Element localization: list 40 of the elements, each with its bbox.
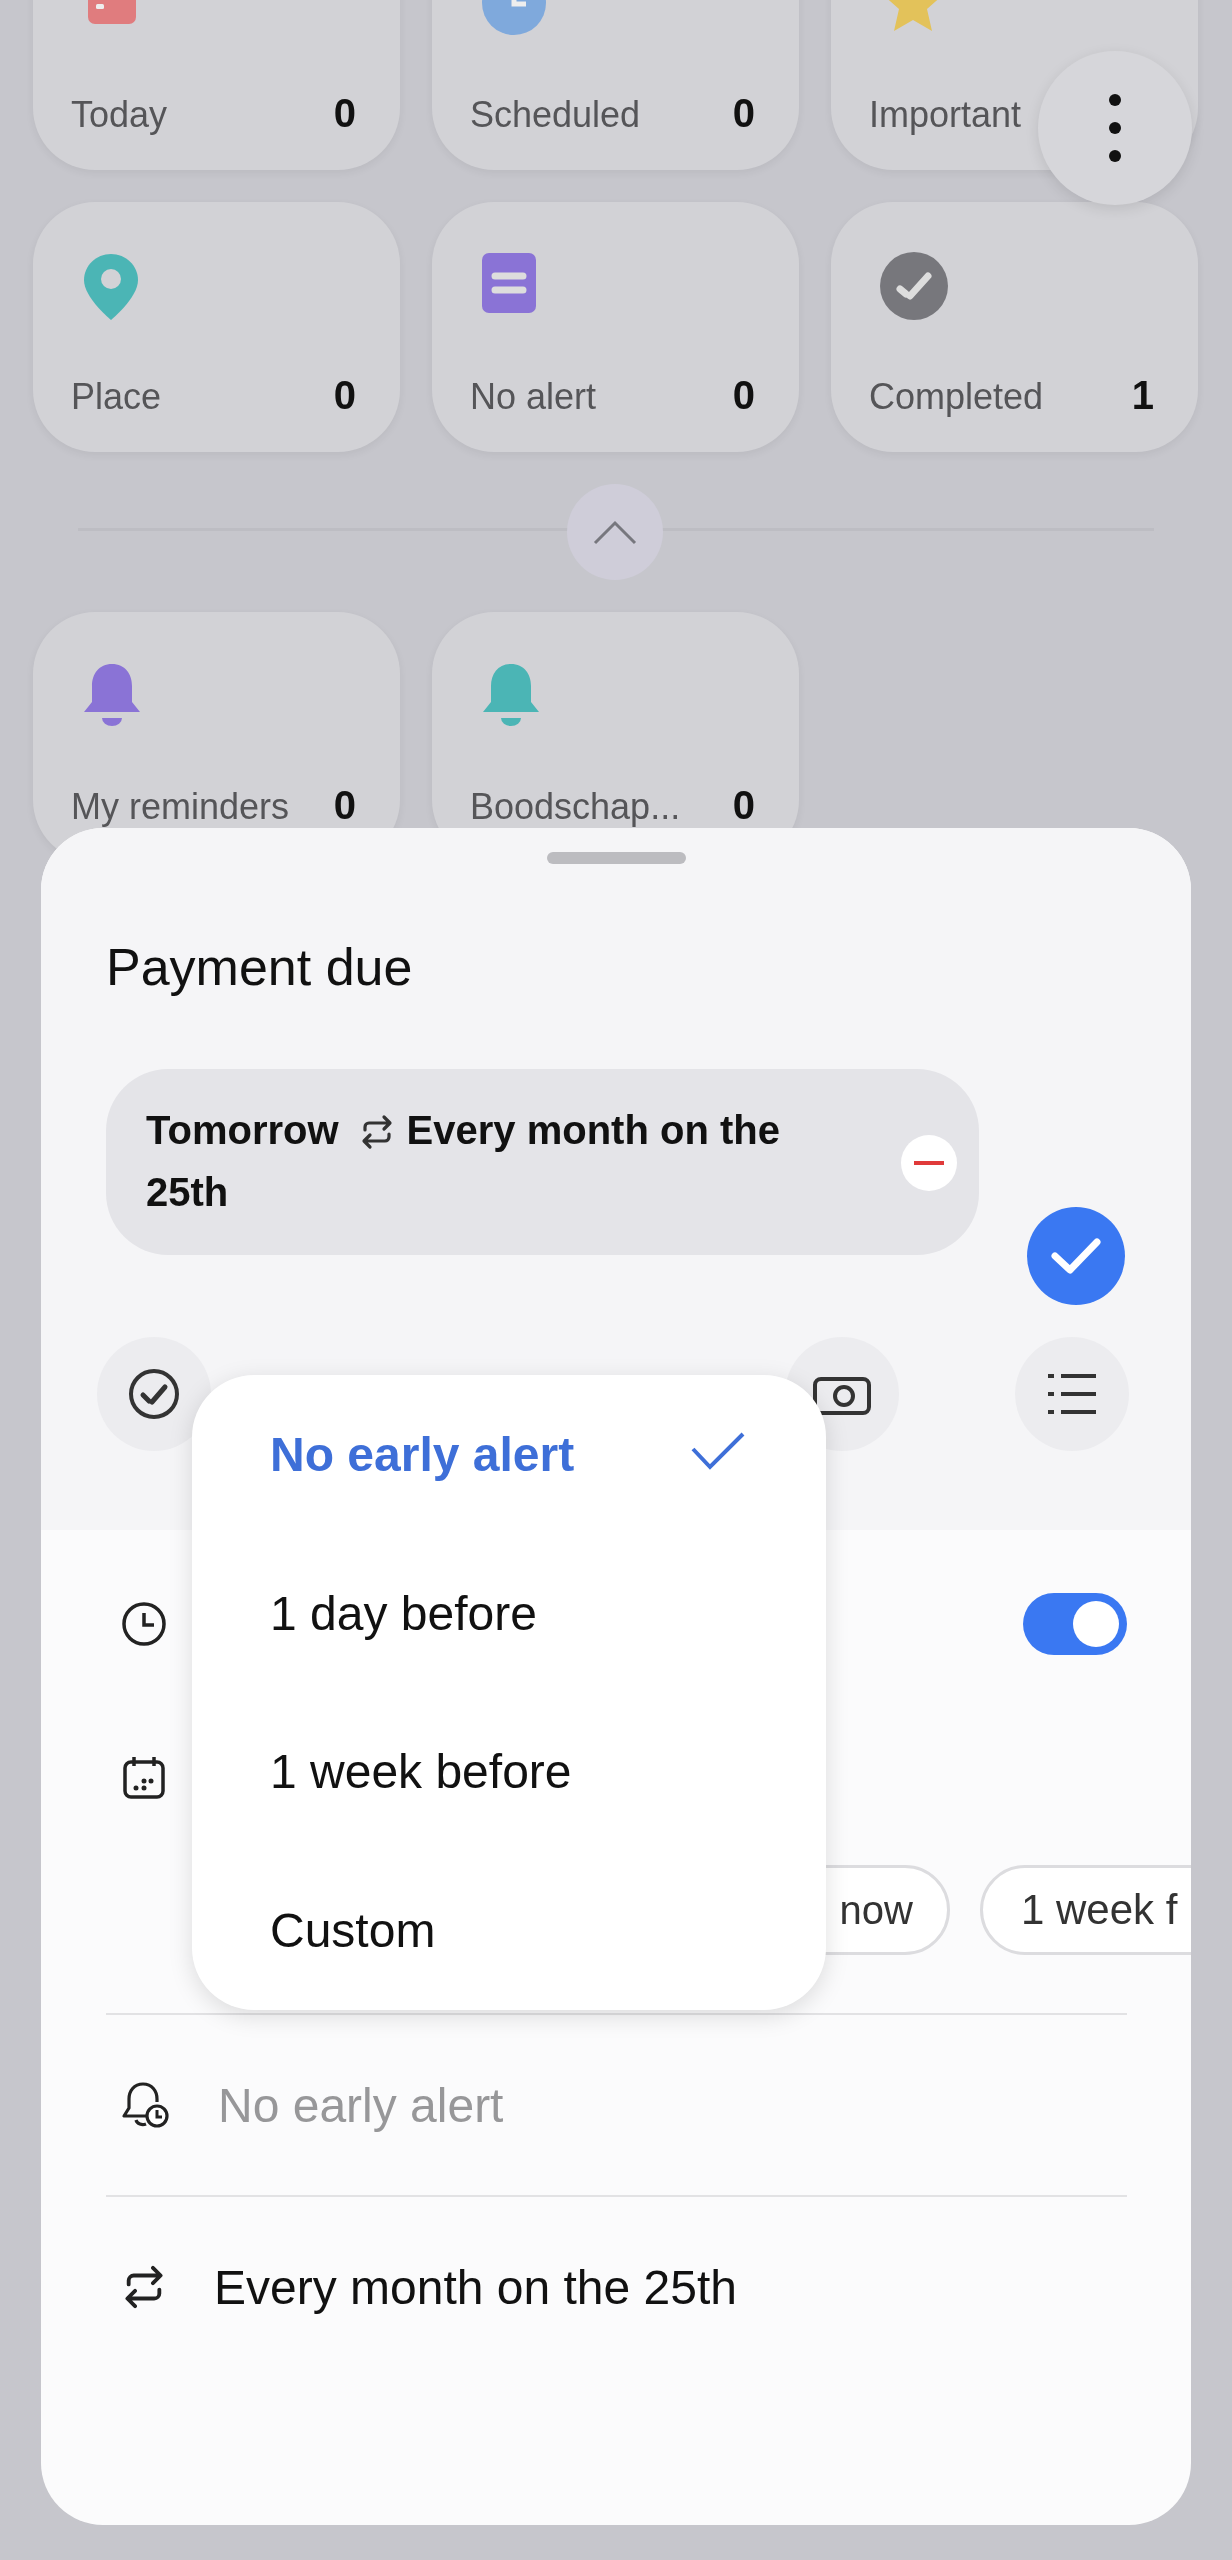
menu-item[interactable]: No early alert (192, 1375, 826, 1534)
category-label: No alert (470, 376, 597, 418)
drag-handle[interactable] (546, 852, 686, 864)
check-icon (1050, 1236, 1102, 1276)
category-label: Important (869, 94, 1022, 136)
count: 0 (732, 783, 755, 828)
clock-icon (121, 1601, 167, 1647)
menu-item[interactable]: Custom (192, 1851, 826, 2010)
category-label: My reminders (71, 786, 290, 828)
menu-item[interactable]: 1 day before (192, 1534, 826, 1693)
menu-item[interactable]: 1 week before (192, 1692, 826, 1851)
category-card[interactable]: Place 0 (33, 202, 400, 452)
category-label: Boodschap... (470, 786, 681, 828)
category-label: Today (71, 94, 168, 136)
count: 0 (732, 91, 755, 136)
count: 0 (333, 91, 356, 136)
category-card[interactable]: Completed 1 (831, 202, 1198, 452)
bell-clock-icon (121, 2080, 171, 2130)
checklist-icon (1045, 1372, 1099, 1416)
remove-button[interactable] (901, 1135, 957, 1191)
chevron-up-icon (593, 519, 637, 545)
minus-icon (914, 1161, 944, 1165)
count: 0 (333, 373, 356, 418)
category-label: Scheduled (470, 94, 641, 136)
check-icon (690, 1431, 746, 1472)
reminder-title: Payment due (106, 937, 414, 998)
quick-date-chip[interactable]: 1 week f (980, 1865, 1191, 1955)
category-card[interactable]: Scheduled 0 (432, 0, 799, 170)
check-circle-icon (127, 1367, 181, 1421)
calendar-icon (121, 1755, 167, 1801)
category-card[interactable]: No alert 0 (432, 202, 799, 452)
more-icon (1109, 92, 1121, 164)
count: 1 (1131, 373, 1154, 418)
category-card[interactable]: Today 0 (33, 0, 400, 170)
category-label: Place (71, 376, 162, 418)
repeat-value[interactable]: Every month on the 25th (214, 2259, 737, 2315)
count: 0 (333, 783, 356, 828)
count: 0 (732, 373, 755, 418)
category-label: Completed (869, 376, 1044, 418)
schedule-chip[interactable]: Tomorrow Every month on the 25th (106, 1069, 979, 1255)
